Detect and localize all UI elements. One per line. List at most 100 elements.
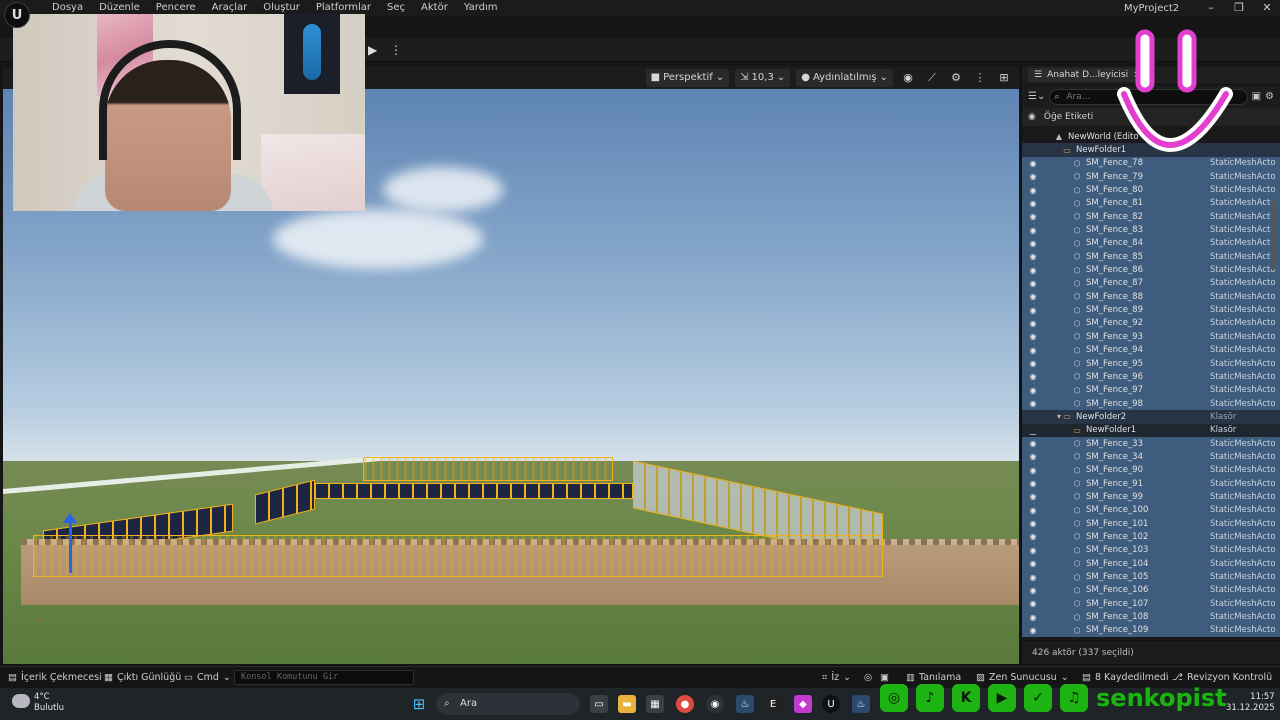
filter-icon[interactable]: ☰⌄: [1028, 91, 1045, 102]
eye-icon[interactable]: ◉: [1028, 252, 1038, 261]
gear-icon[interactable]: ⚙: [947, 69, 965, 87]
eye-icon[interactable]: ◉: [899, 69, 917, 87]
taskbar-search[interactable]: ⌕ Ara: [436, 693, 580, 715]
tree-row-actor[interactable]: ◉ ⬡ SM_Fence_92 StaticMeshActo: [1022, 316, 1280, 331]
eye-icon[interactable]: ◉: [1028, 479, 1038, 488]
store-icon[interactable]: ▦: [646, 695, 664, 713]
layout-grid-icon[interactable]: ⊞: [995, 69, 1013, 87]
tree-row-actor[interactable]: ◉ ⬡ SM_Fence_103 StaticMeshActo: [1022, 543, 1280, 557]
eye-icon[interactable]: ◉: [1028, 266, 1038, 275]
eye-icon[interactable]: ◉: [1028, 212, 1038, 221]
eye-icon[interactable]: ◉: [1028, 386, 1038, 395]
tree-row-actor[interactable]: ◉ ⬡ SM_Fence_78 StaticMeshActo: [1022, 156, 1280, 171]
windows-start-icon[interactable]: ⊞: [410, 695, 428, 713]
tree-row-actor[interactable]: ◉ ⬡ SM_Fence_80 StaticMeshActo: [1022, 183, 1280, 197]
app-icon[interactable]: ◆: [794, 695, 812, 713]
tree-row-folder[interactable]: ‿ ▭ NewFolder1 Klasör: [1022, 423, 1280, 437]
transform-icon[interactable]: ⟋: [923, 69, 941, 87]
eye-icon[interactable]: ◉: [1028, 239, 1038, 248]
outliner-scrollbar[interactable]: [1271, 200, 1275, 270]
tree-row-actor[interactable]: ◉ ⬡ SM_Fence_96 StaticMeshActo: [1022, 370, 1280, 384]
lighting-dropdown[interactable]: ● Aydınlatılmış ⌄: [796, 68, 893, 87]
tree-row-actor[interactable]: ◉ ⬡ SM_Fence_86 StaticMeshActo: [1022, 263, 1280, 277]
tree-row-actor[interactable]: ◉ ⬡ SM_Fence_89 StaticMeshActo: [1022, 303, 1280, 317]
weather-widget[interactable]: 4°C Bulutlu: [34, 692, 64, 714]
task-view-icon[interactable]: ▭: [590, 695, 608, 713]
cmd-dropdown[interactable]: ▭ Cmd ⌄: [184, 667, 231, 688]
maximize-button[interactable]: ❐: [1224, 0, 1254, 16]
steam-icon[interactable]: ♨: [852, 695, 870, 713]
eye-icon[interactable]: ◉: [1028, 546, 1038, 555]
eye-icon[interactable]: ◉: [1028, 492, 1038, 501]
output-log-button[interactable]: ▦ Çıktı Günlüğü: [104, 667, 181, 688]
tree-row-actor[interactable]: ◉ ⬡ SM_Fence_97 StaticMeshActo: [1022, 383, 1280, 397]
eye-icon[interactable]: ◉: [1028, 186, 1038, 195]
tree-row-actor[interactable]: ◉ ⬡ SM_Fence_106 StaticMeshActo: [1022, 583, 1280, 598]
eye-icon[interactable]: ◉: [1028, 319, 1038, 328]
console-input[interactable]: Konsol Komutunu Gir: [234, 670, 414, 685]
eye-icon[interactable]: ◉: [1028, 159, 1038, 168]
tree-row-actor[interactable]: ◉ ⬡ SM_Fence_87 StaticMeshActo: [1022, 276, 1280, 291]
eye-icon[interactable]: ◉: [1028, 626, 1038, 635]
tree-row-actor[interactable]: ◉ ⬡ SM_Fence_101 StaticMeshActo: [1022, 516, 1280, 531]
eye-icon[interactable]: ◉: [1028, 519, 1038, 528]
add-folder-icon[interactable]: ▣: [1252, 91, 1261, 102]
tree-row-actor[interactable]: ◉ ⬡ SM_Fence_99 StaticMeshActo: [1022, 490, 1280, 504]
tree-row-actor[interactable]: ◉ ⬡ SM_Fence_105 StaticMeshActo: [1022, 570, 1280, 584]
eye-icon[interactable]: ◉: [1028, 172, 1038, 181]
eye-icon[interactable]: ◉: [1028, 112, 1036, 122]
tree-row-actor[interactable]: ◉ ⬡ SM_Fence_79 StaticMeshActo: [1022, 170, 1280, 184]
tree-row-actor[interactable]: ◉ ⬡ SM_Fence_94 StaticMeshActo: [1022, 343, 1280, 357]
more-options-icon[interactable]: ⋮: [390, 42, 402, 58]
tree-row-actor[interactable]: ◉ ⬡ SM_Fence_85 StaticMeshActo: [1022, 250, 1280, 264]
eye-icon[interactable]: ◉: [1028, 332, 1038, 341]
gear-icon[interactable]: ⚙: [1265, 91, 1274, 102]
tree-row-actor[interactable]: ◉ ⬡ SM_Fence_91 StaticMeshActo: [1022, 476, 1280, 491]
menu-actor[interactable]: Aktör: [413, 0, 456, 16]
eye-icon[interactable]: ◉: [1028, 466, 1038, 475]
unreal-engine-icon[interactable]: U: [822, 695, 840, 713]
tree-row-actor[interactable]: ◉ ⬡ SM_Fence_102 StaticMeshActo: [1022, 530, 1280, 544]
menu-select[interactable]: Seç: [379, 0, 413, 16]
tree-row-actor[interactable]: ◉ ⬡ SM_Fence_88 StaticMeshActo: [1022, 290, 1280, 304]
tree-row-actor[interactable]: ◉ ⬡ SM_Fence_84 StaticMeshActo: [1022, 236, 1280, 251]
eye-icon[interactable]: ◉: [1028, 372, 1038, 381]
tree-row-folder[interactable]: ▾ ▭ NewFolder2 Klasör: [1022, 410, 1280, 424]
view-mode-dropdown[interactable]: ■ Perspektif ⌄: [645, 68, 730, 87]
eye-icon[interactable]: ◉: [1028, 292, 1038, 301]
tree-row-actor[interactable]: ◉ ⬡ SM_Fence_104 StaticMeshActo: [1022, 557, 1280, 571]
eye-icon[interactable]: ◉: [1028, 559, 1038, 568]
tree-row-actor[interactable]: ◉ ⬡ SM_Fence_107 StaticMeshActo: [1022, 597, 1280, 611]
tree-row-actor[interactable]: ◉ ⬡ SM_Fence_93 StaticMeshActo: [1022, 330, 1280, 344]
eye-icon[interactable]: ◉: [1028, 599, 1038, 608]
eye-icon[interactable]: ◉: [1028, 346, 1038, 355]
tree-row-actor[interactable]: ◉ ⬡ SM_Fence_109 StaticMeshActo: [1022, 623, 1280, 638]
tree-row-actor[interactable]: ◉ ⬡ SM_Fence_95 StaticMeshActo: [1022, 356, 1280, 371]
tree-row-actor[interactable]: ◉ ⬡ SM_Fence_90 StaticMeshActo: [1022, 463, 1280, 477]
tree-row-actor[interactable]: ◉ ⬡ SM_Fence_108 StaticMeshActo: [1022, 610, 1280, 624]
more-options-icon[interactable]: ⋮: [971, 69, 989, 87]
eye-icon[interactable]: ◉: [1028, 199, 1038, 208]
github-icon[interactable]: ◉: [706, 695, 724, 713]
eye-icon[interactable]: ◉: [1028, 279, 1038, 288]
eye-icon[interactable]: ◉: [1028, 226, 1038, 235]
tree-row-actor[interactable]: ◉ ⬡ SM_Fence_34 StaticMeshActo: [1022, 450, 1280, 464]
tree-row-actor[interactable]: ◉ ⬡ SM_Fence_82 StaticMeshActo: [1022, 210, 1280, 224]
tree-row-actor[interactable]: ◉ ⬡ SM_Fence_33 StaticMeshActo: [1022, 436, 1280, 451]
file-explorer-icon[interactable]: ▬: [618, 695, 636, 713]
visibility-off-icon[interactable]: ‿: [1028, 426, 1038, 435]
epic-games-icon[interactable]: E: [764, 695, 782, 713]
content-drawer-button[interactable]: ▤ İçerik Çekmecesi: [8, 667, 102, 688]
eye-icon[interactable]: ◉: [1028, 573, 1038, 582]
trace-dropdown[interactable]: ⌗ İz ⌄: [822, 667, 851, 688]
steam-icon[interactable]: ♨: [736, 695, 754, 713]
tree-row-actor[interactable]: ◉ ⬡ SM_Fence_81 StaticMeshActo: [1022, 196, 1280, 211]
tree-row-actor[interactable]: ◉ ⬡ SM_Fence_100 StaticMeshActo: [1022, 503, 1280, 517]
eye-icon[interactable]: ◉: [1028, 586, 1038, 595]
play-icon[interactable]: ▶: [368, 42, 384, 58]
eye-icon[interactable]: ◉: [1028, 399, 1038, 408]
chrome-icon[interactable]: ●: [676, 695, 694, 713]
eye-icon[interactable]: ◉: [1028, 439, 1038, 448]
tree-row-actor[interactable]: ◉ ⬡ SM_Fence_98 StaticMeshActo: [1022, 396, 1280, 411]
eye-icon[interactable]: ◉: [1028, 359, 1038, 368]
